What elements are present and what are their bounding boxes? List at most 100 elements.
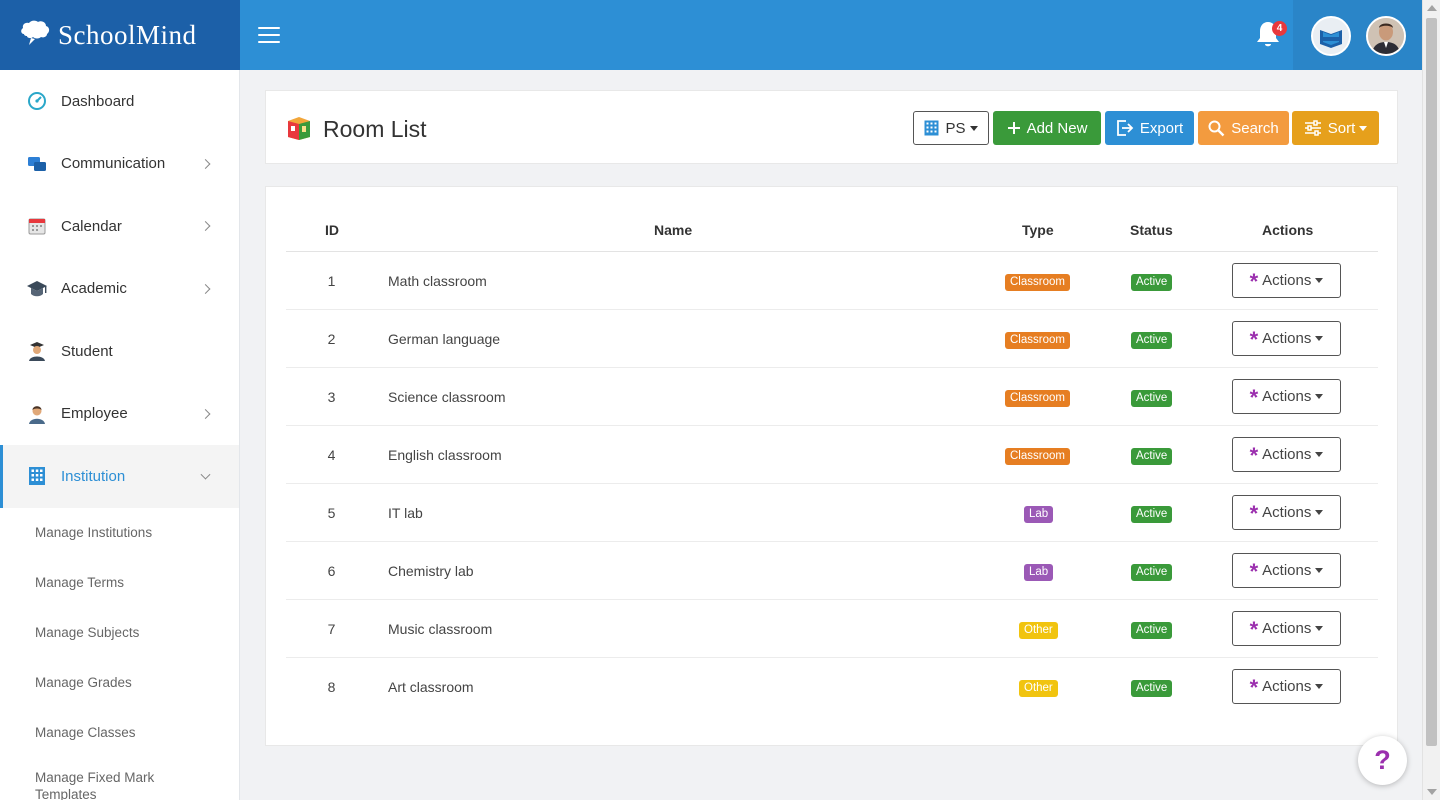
room-table-card: ID Name Type Status Actions 1 Math class…: [265, 186, 1398, 746]
search-icon: [1208, 120, 1225, 137]
actions-dropdown-button[interactable]: * Actions: [1232, 437, 1341, 472]
table-row: 4 English classroom Classroom Active * Ac…: [286, 426, 1378, 484]
caret-down-icon: [1315, 278, 1324, 283]
caret-down-icon: [1315, 684, 1324, 689]
ps-dropdown-button[interactable]: PS: [913, 111, 989, 145]
sidebar-item-institution[interactable]: Institution: [0, 445, 239, 508]
actions-label: Actions: [1262, 562, 1312, 579]
student-icon: [26, 340, 48, 362]
chat-icon: [26, 153, 48, 175]
user-avatar[interactable]: [1366, 16, 1406, 56]
institution-avatar[interactable]: [1311, 16, 1351, 56]
asterisk-icon: *: [1249, 443, 1259, 468]
column-header-name[interactable]: Name: [654, 222, 692, 238]
asterisk-icon: *: [1249, 559, 1259, 584]
caret-down-icon: [1315, 626, 1324, 631]
asterisk-icon: *: [1249, 269, 1259, 294]
sidebar-subitem-manage-fixed-mark-templates[interactable]: Manage Fixed Mark Templates: [0, 758, 239, 800]
row-id: 2: [327, 331, 336, 347]
asterisk-icon: *: [1249, 501, 1259, 526]
actions-dropdown-button[interactable]: * Actions: [1232, 669, 1341, 704]
sidebar-item-label: Communication: [61, 155, 166, 173]
chevron-right-icon: [200, 221, 211, 232]
caret-down-icon: [1315, 452, 1324, 457]
row-id: 1: [327, 273, 336, 289]
caret-down-icon: [1315, 394, 1324, 399]
column-header-status[interactable]: Status: [1130, 222, 1173, 238]
sidebar-item-academic[interactable]: Academic: [0, 258, 239, 321]
chevron-right-icon: [200, 158, 211, 169]
menu-toggle-icon[interactable]: [258, 27, 280, 44]
page-title: Room List: [323, 116, 427, 142]
sort-dropdown-button[interactable]: Sort: [1292, 111, 1379, 145]
actions-label: Actions: [1262, 504, 1312, 521]
type-badge: Classroom: [1005, 390, 1070, 407]
table-row: 5 IT lab Lab Active * Actions: [286, 484, 1378, 542]
scroll-down-arrow-icon[interactable]: [1427, 789, 1437, 795]
sidebar-subitem-manage-institutions[interactable]: Manage Institutions: [0, 508, 239, 558]
actions-label: Actions: [1262, 620, 1312, 637]
scroll-thumb[interactable]: [1426, 18, 1437, 746]
actions-label: Actions: [1262, 272, 1312, 289]
row-name: Music classroom: [388, 621, 493, 637]
row-id: 5: [327, 505, 336, 521]
add-new-button[interactable]: Add New: [993, 111, 1101, 145]
sidebar-item-label: Calendar: [61, 217, 122, 235]
row-id: 8: [327, 679, 336, 695]
chevron-right-icon: [200, 408, 211, 419]
sidebar-item-calendar[interactable]: Calendar: [0, 195, 239, 258]
actions-label: Actions: [1262, 330, 1312, 347]
sidebar-subitem-label: Manage Fixed Mark Templates: [35, 769, 155, 800]
sidebar-item-communication[interactable]: Communication: [0, 133, 239, 196]
scroll-up-arrow-icon[interactable]: [1427, 5, 1437, 11]
column-header-id[interactable]: ID: [325, 222, 339, 238]
actions-dropdown-button[interactable]: * Actions: [1232, 379, 1341, 414]
actions-dropdown-button[interactable]: * Actions: [1232, 263, 1341, 298]
sidebar-item-employee[interactable]: Employee: [0, 383, 239, 446]
export-button[interactable]: Export: [1105, 111, 1194, 145]
row-name: German language: [388, 331, 501, 347]
search-button[interactable]: Search: [1198, 111, 1289, 145]
actions-label: Actions: [1262, 388, 1312, 405]
help-button[interactable]: ?: [1358, 736, 1407, 785]
actions-label: Actions: [1262, 446, 1312, 463]
type-badge: Classroom: [1005, 274, 1070, 291]
sidebar-item-dashboard[interactable]: Dashboard: [0, 70, 239, 133]
sidebar-item-label: Employee: [61, 405, 128, 423]
table-row: 8 Art classroom Other Active * Actions: [286, 658, 1378, 716]
type-badge: Other: [1019, 680, 1058, 697]
caret-down-icon: [1315, 336, 1324, 341]
row-id: 7: [327, 621, 336, 637]
row-name: Science classroom: [388, 389, 506, 405]
status-badge: Active: [1131, 274, 1173, 291]
dashboard-icon: [26, 90, 48, 112]
sidebar: Dashboard Communication Calendar Academi…: [0, 70, 240, 800]
status-badge: Active: [1131, 680, 1173, 697]
sidebar-item-student[interactable]: Student: [0, 320, 239, 383]
brand-logo[interactable]: SchoolMind: [0, 0, 240, 70]
sidebar-subitem-manage-classes[interactable]: Manage Classes: [0, 708, 239, 758]
building-icon: [26, 465, 48, 487]
caret-down-icon: [1315, 510, 1324, 515]
sidebar-item-label: Academic: [61, 280, 127, 298]
type-badge: Lab: [1024, 506, 1054, 523]
status-badge: Active: [1131, 564, 1173, 581]
actions-dropdown-button[interactable]: * Actions: [1232, 611, 1341, 646]
sidebar-subitem-manage-subjects[interactable]: Manage Subjects: [0, 608, 239, 658]
room-icon: [286, 115, 312, 141]
table-row: 1 Math classroom Classroom Active * Actio…: [286, 252, 1378, 310]
actions-dropdown-button[interactable]: * Actions: [1232, 553, 1341, 588]
status-badge: Active: [1131, 622, 1173, 639]
sidebar-item-label: Dashboard: [61, 92, 135, 110]
sidebar-subitem-manage-grades[interactable]: Manage Grades: [0, 658, 239, 708]
sidebar-subitem-manage-terms[interactable]: Manage Terms: [0, 558, 239, 608]
type-badge: Classroom: [1005, 448, 1070, 465]
calendar-icon: [26, 215, 48, 237]
row-name: Math classroom: [388, 273, 487, 289]
actions-dropdown-button[interactable]: * Actions: [1232, 321, 1341, 356]
graduation-cap-icon: [26, 278, 48, 300]
row-id: 4: [327, 447, 336, 463]
column-header-type[interactable]: Type: [1022, 222, 1054, 238]
page-scrollbar[interactable]: [1422, 0, 1440, 800]
actions-dropdown-button[interactable]: * Actions: [1232, 495, 1341, 530]
